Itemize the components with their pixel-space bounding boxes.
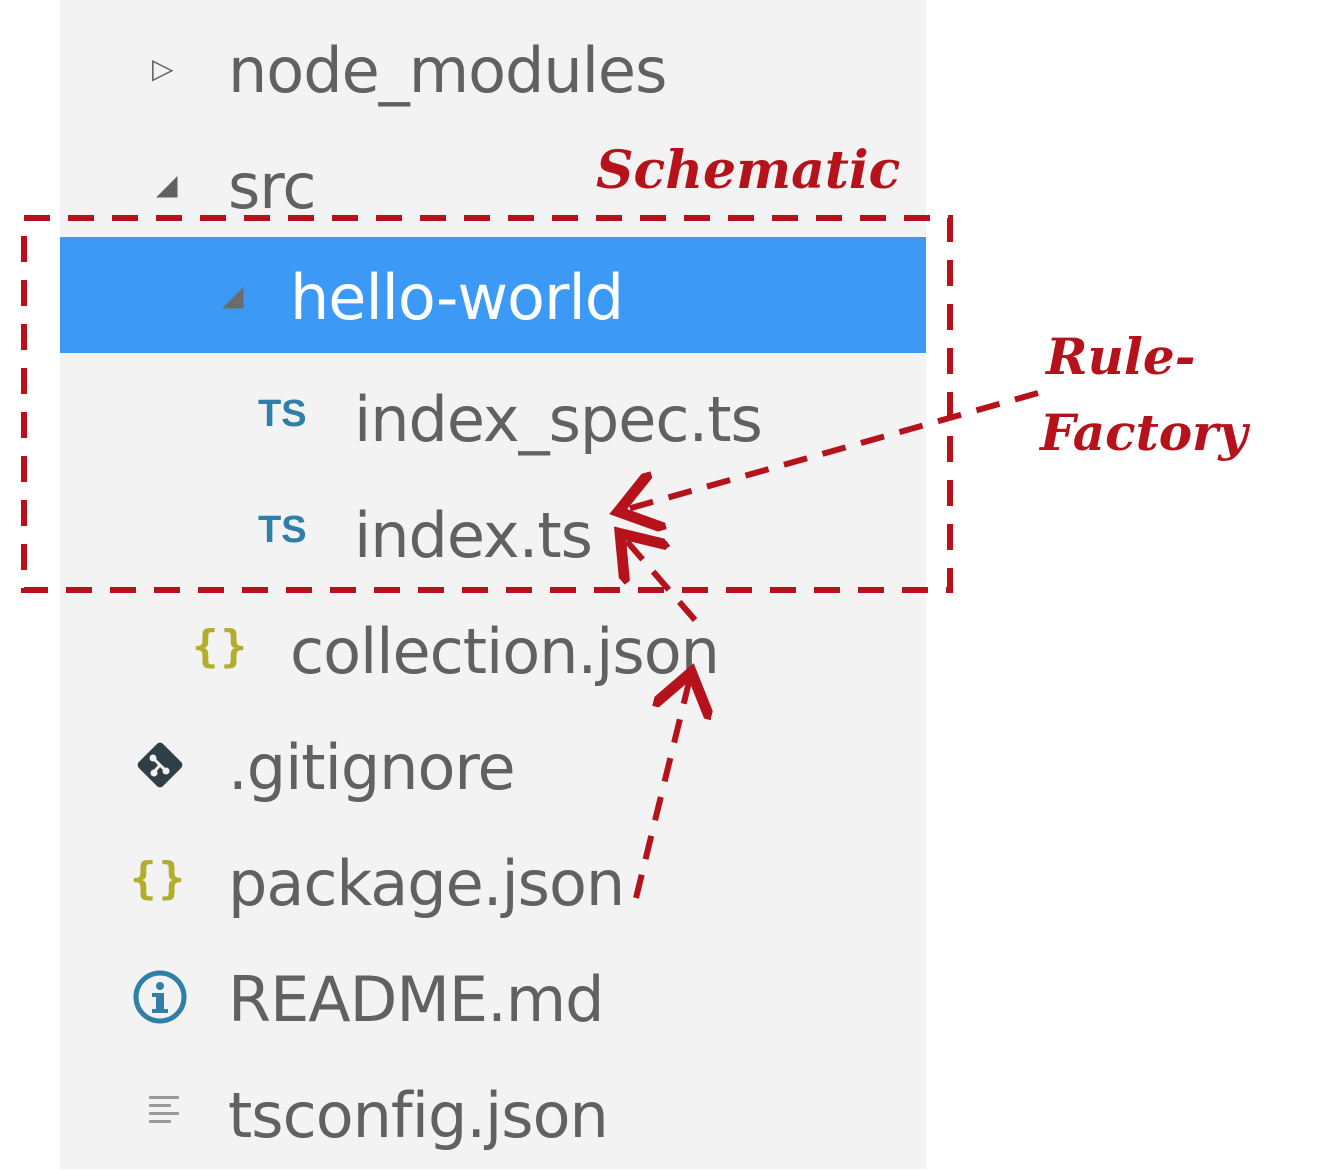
schematic-annotation-label: Schematic [596,140,901,201]
package-to-collection-arrow [633,678,690,899]
rule-factory-arrow [624,390,1039,510]
rule-factory-annotation-label-line2: Factory [1040,403,1248,462]
rule-factory-annotation-label-line1: Rule- [1046,327,1196,386]
collection-to-index-arrow [624,538,698,622]
schematic-dashed-box [21,215,953,593]
